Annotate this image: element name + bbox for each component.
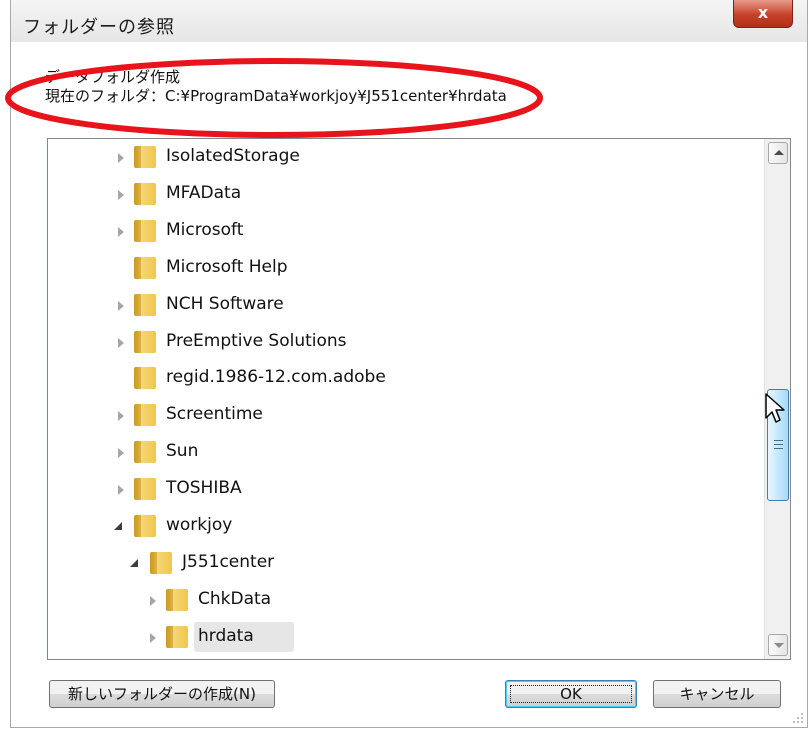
tree-item-label: Microsoft — [166, 219, 244, 240]
folder-icon — [134, 293, 156, 316]
folder-tree[interactable]: hrdata ChkData J551center workjoy TOSHIBA Sun… — [47, 138, 791, 660]
resize-grip-icon[interactable] — [791, 711, 803, 723]
scroll-up-button[interactable] — [768, 142, 788, 164]
folder-icon — [134, 441, 156, 464]
expand-arrow-icon[interactable] — [118, 448, 124, 459]
tree-item[interactable]: Sun — [48, 434, 764, 470]
new-folder-button[interactable]: 新しいフォルダーの作成(N) — [49, 680, 275, 708]
grip-line — [774, 440, 783, 441]
grip-line — [774, 444, 783, 445]
folder-icon — [134, 256, 156, 279]
tree-item[interactable]: ChkData — [48, 582, 764, 618]
tree-item[interactable]: PreEmptive Solutions — [48, 324, 764, 360]
title-bar[interactable]: フォルダーの参照 x — [11, 0, 807, 42]
dialog-title: フォルダーの参照 — [23, 17, 175, 38]
folder-browse-dialog: フォルダーの参照 x データフォルダ作成 現在のフォルダ：C:¥ProgramD… — [10, 0, 808, 728]
tree-item-label: J551center — [182, 551, 275, 572]
tree-item[interactable]: MFAData — [48, 176, 764, 212]
description-line-2: 現在のフォルダ：C:¥ProgramData¥workjoy¥J551cente… — [45, 87, 507, 105]
tree-item[interactable]: TOSHIBA — [48, 471, 764, 507]
tree-item-label: regid.1986-12.com.adobe — [166, 367, 386, 388]
expand-arrow-icon[interactable] — [150, 632, 156, 643]
mouse-pointer-icon — [765, 393, 785, 423]
expand-arrow-icon[interactable] — [118, 337, 124, 348]
folder-icon — [166, 588, 188, 611]
tree-item[interactable]: Microsoft — [48, 213, 764, 249]
folder-icon — [134, 182, 156, 205]
folder-icon — [134, 515, 156, 537]
tree-item-label: workjoy — [166, 515, 233, 535]
folder-icon — [134, 478, 156, 501]
tree-item-label: ChkData — [198, 588, 272, 609]
tree-item-label: TOSHIBA — [166, 478, 242, 499]
tree-item[interactable]: Screentime — [48, 397, 764, 433]
tree-item[interactable]: J551center — [48, 545, 764, 581]
tree-item[interactable]: workjoy — [48, 508, 764, 544]
folder-icon — [134, 330, 156, 353]
folder-icon — [166, 625, 188, 648]
tree-item-label: Microsoft Help — [166, 256, 288, 277]
expand-arrow-icon[interactable] — [118, 485, 124, 496]
tree-item-label: hrdata — [198, 625, 254, 646]
tree-item-label: Screentime — [166, 404, 263, 425]
tree-item[interactable]: IsolatedStorage — [48, 139, 764, 175]
folder-icon — [134, 404, 156, 427]
focus-rectangle — [510, 685, 632, 703]
tree-item-label: IsolatedStorage — [166, 146, 300, 166]
tree-item[interactable]: NCH Software — [48, 287, 764, 323]
collapse-arrow-icon[interactable] — [130, 558, 138, 567]
scroll-down-button[interactable] — [768, 634, 788, 656]
cancel-button[interactable]: キャンセル — [653, 680, 781, 708]
tree-item-label: NCH Software — [166, 293, 284, 314]
expand-arrow-icon[interactable] — [118, 226, 124, 237]
dialog-description: データフォルダ作成 現在のフォルダ：C:¥ProgramData¥workjoy… — [45, 68, 507, 106]
tree-item[interactable]: hrdata — [48, 619, 764, 655]
collapse-arrow-icon[interactable] — [114, 522, 122, 530]
grip-line — [774, 448, 783, 449]
folder-icon — [150, 551, 172, 574]
description-line-1: データフォルダ作成 — [45, 68, 181, 86]
tree-item-label: PreEmptive Solutions — [166, 330, 347, 351]
close-button[interactable]: x — [733, 0, 793, 28]
tree-item[interactable]: Microsoft Help — [48, 250, 764, 286]
expand-arrow-icon[interactable] — [150, 595, 156, 606]
folder-icon — [134, 367, 156, 390]
expand-arrow-icon[interactable] — [118, 189, 124, 200]
expand-arrow-icon[interactable] — [118, 411, 124, 422]
tree-item-label: MFAData — [166, 182, 242, 203]
close-icon: x — [757, 3, 769, 22]
expand-arrow-icon[interactable] — [118, 300, 124, 311]
ok-button[interactable]: OK — [505, 680, 637, 708]
folder-icon — [134, 219, 156, 242]
folder-icon — [134, 146, 156, 168]
tree-item[interactable]: regid.1986-12.com.adobe — [48, 360, 764, 396]
tree-item-label: Sun — [166, 441, 199, 462]
expand-arrow-icon[interactable] — [118, 153, 124, 163]
